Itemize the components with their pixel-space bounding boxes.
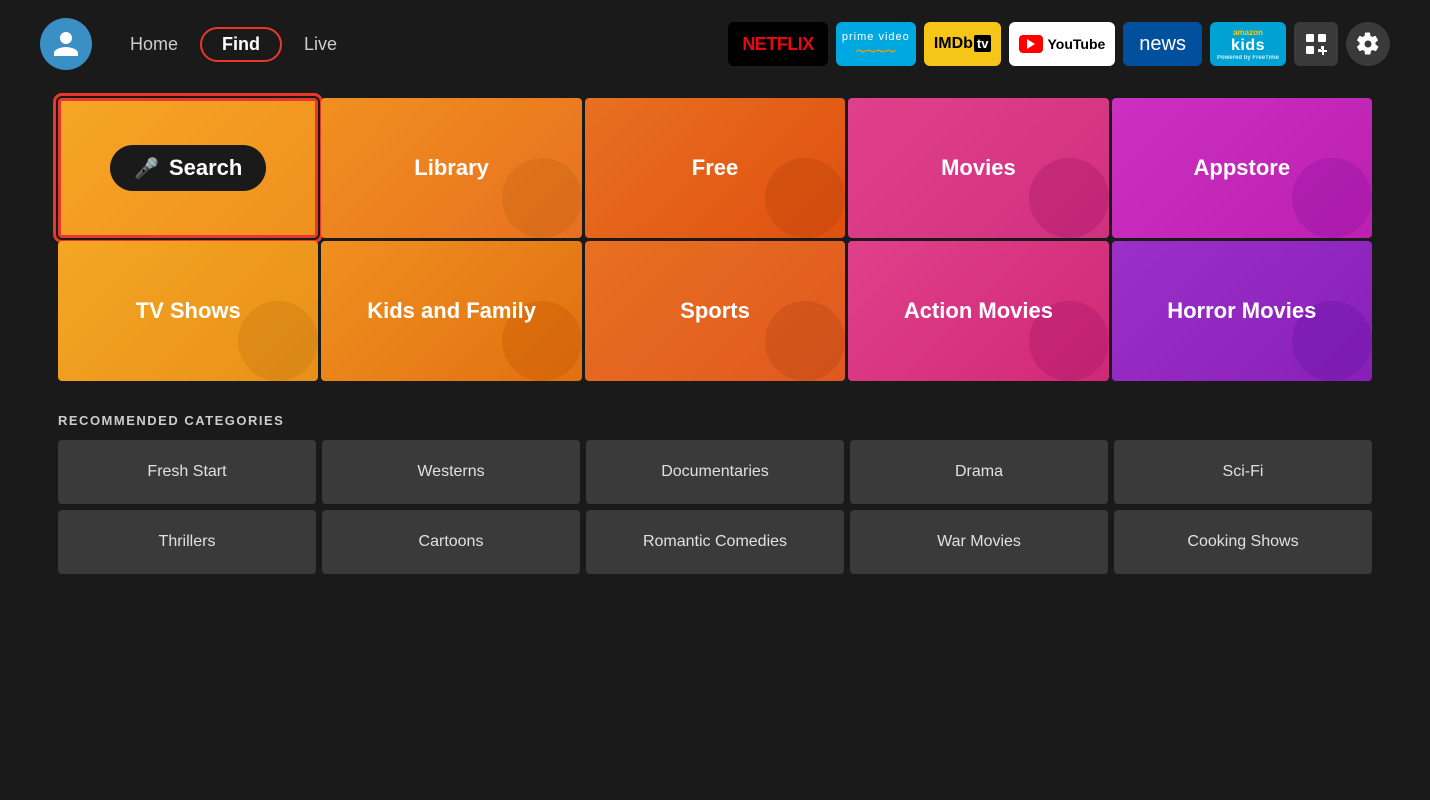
settings-button[interactable] [1346, 22, 1390, 66]
rec-war[interactable]: War Movies [850, 510, 1108, 574]
nav-live[interactable]: Live [290, 28, 351, 61]
imdb-tv-label: tv [974, 35, 992, 52]
streaming-logos: NETFLIX prime video 〜〜〜〜 IMDbtv YouTube … [728, 22, 1390, 66]
mic-icon: 🎤 [134, 156, 159, 181]
tvshows-label: TV Shows [136, 298, 241, 324]
movies-tile[interactable]: Movies [848, 98, 1108, 238]
category-grid: 🎤 Search Library Free Movies Appstore TV… [58, 98, 1372, 381]
action-label: Action Movies [904, 298, 1053, 324]
ak-sub-label: Powered by FreeTime [1217, 55, 1279, 61]
horror-label: Horror Movies [1167, 298, 1316, 324]
sports-tile[interactable]: Sports [585, 241, 845, 381]
youtube-logo[interactable]: YouTube [1009, 22, 1115, 66]
news-logo[interactable]: news [1123, 22, 1202, 66]
rec-thrillers[interactable]: Thrillers [58, 510, 316, 574]
tvshows-tile[interactable]: TV Shows [58, 241, 318, 381]
action-tile[interactable]: Action Movies [848, 241, 1108, 381]
nav-find[interactable]: Find [200, 27, 282, 62]
imdb-label: IMDbtv [934, 35, 992, 53]
prime-top-label: prime video [842, 31, 910, 43]
rec-documentaries[interactable]: Documentaries [586, 440, 844, 504]
appstore-tile[interactable]: Appstore [1112, 98, 1372, 238]
search-tile[interactable]: 🎤 Search [58, 98, 318, 238]
sports-label: Sports [680, 298, 750, 324]
imdb-logo[interactable]: IMDbtv [924, 22, 1002, 66]
free-tile[interactable]: Free [585, 98, 845, 238]
search-button[interactable]: 🎤 Search [110, 145, 266, 191]
kids-tile[interactable]: Kids and Family [321, 241, 581, 381]
prime-video-logo[interactable]: prime video 〜〜〜〜 [836, 22, 916, 66]
rec-scifi[interactable]: Sci-Fi [1114, 440, 1372, 504]
header: Home Find Live NETFLIX prime video 〜〜〜〜 … [0, 0, 1430, 88]
library-tile[interactable]: Library [321, 98, 581, 238]
recommended-section: RECOMMENDED CATEGORIES Fresh Start Weste… [58, 413, 1372, 574]
rec-drama[interactable]: Drama [850, 440, 1108, 504]
avatar[interactable] [40, 18, 92, 70]
free-label: Free [692, 155, 738, 181]
horror-tile[interactable]: Horror Movies [1112, 241, 1372, 381]
ak-kids-label: kids [1231, 37, 1265, 55]
appstore-label: Appstore [1194, 155, 1291, 181]
rec-westerns[interactable]: Westerns [322, 440, 580, 504]
recommended-title: RECOMMENDED CATEGORIES [58, 413, 1372, 428]
rec-cooking[interactable]: Cooking Shows [1114, 510, 1372, 574]
rec-fresh-start[interactable]: Fresh Start [58, 440, 316, 504]
search-label: Search [169, 155, 242, 181]
movies-label: Movies [941, 155, 1016, 181]
rec-cartoons[interactable]: Cartoons [322, 510, 580, 574]
netflix-logo[interactable]: NETFLIX [728, 22, 828, 66]
library-label: Library [414, 155, 489, 181]
youtube-icon [1019, 35, 1043, 53]
nav-home[interactable]: Home [116, 28, 192, 61]
youtube-label: YouTube [1047, 36, 1105, 52]
kids-label: Kids and Family [367, 298, 536, 324]
nav-links: Home Find Live [116, 27, 351, 62]
main-content: 🎤 Search Library Free Movies Appstore TV… [0, 88, 1430, 574]
rec-romcom[interactable]: Romantic Comedies [586, 510, 844, 574]
amazon-kids-logo[interactable]: amazon kids Powered by FreeTime [1210, 22, 1286, 66]
grid-icon-button[interactable] [1294, 22, 1338, 66]
recommended-grid: Fresh Start Westerns Documentaries Drama… [58, 440, 1372, 574]
ak-amazon-label: amazon [1233, 28, 1263, 37]
prime-bottom-label: 〜〜〜〜 [856, 43, 896, 58]
